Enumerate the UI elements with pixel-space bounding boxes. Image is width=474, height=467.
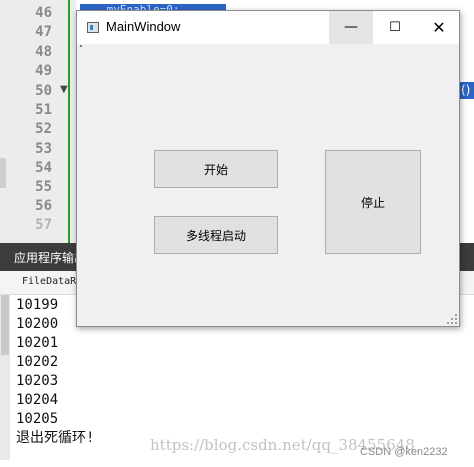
menu-indicator bbox=[80, 45, 82, 47]
line-number: 51 bbox=[35, 102, 52, 118]
multithread-start-button[interactable]: 多线程启动 bbox=[154, 216, 278, 254]
line-number: 55 bbox=[35, 179, 52, 195]
line-number: 47 bbox=[35, 24, 52, 40]
output-scrollbar[interactable] bbox=[0, 295, 10, 460]
line-number-gutter: 46 47 48 49 50 51 52 53 54 55 56 57 ▼ bbox=[0, 0, 76, 243]
line-number: 48 bbox=[35, 44, 52, 60]
output-line: 10199 bbox=[16, 297, 59, 313]
main-window: MainWindow — ☐ ✕ 开始 多线程启动 停止 bbox=[76, 10, 460, 327]
multithread-button-label: 多线程启动 bbox=[185, 228, 246, 243]
stop-button[interactable]: 停止 bbox=[325, 150, 421, 254]
line-number: 53 bbox=[35, 141, 52, 157]
minimize-button[interactable]: — bbox=[329, 11, 373, 44]
line-number: 46 bbox=[35, 5, 52, 21]
code-selection-right: () bbox=[458, 82, 474, 99]
output-line: 10205 bbox=[16, 411, 59, 427]
maximize-icon: ☐ bbox=[389, 20, 401, 35]
menu-bar bbox=[77, 44, 459, 52]
app-window-icon bbox=[87, 22, 99, 33]
output-line: 10200 bbox=[16, 316, 59, 332]
modified-lines-bar bbox=[68, 0, 70, 243]
line-number: 49 bbox=[35, 63, 52, 79]
line-number: 50 bbox=[35, 83, 52, 99]
line-number: 54 bbox=[35, 160, 52, 176]
output-line: 退出死循环! bbox=[16, 430, 95, 446]
output-line: 10202 bbox=[16, 354, 59, 370]
watermark-csdn: CSDN @ken2232 bbox=[360, 446, 448, 458]
line-number: 52 bbox=[35, 121, 52, 137]
output-tab[interactable]: FileDataRe bbox=[22, 276, 82, 287]
output-line: 10203 bbox=[16, 373, 59, 389]
start-button-label: 开始 bbox=[203, 162, 228, 177]
close-icon: ✕ bbox=[432, 18, 446, 37]
minimize-icon: — bbox=[344, 19, 358, 35]
line-number: 56 bbox=[35, 198, 52, 214]
size-grip-icon[interactable] bbox=[447, 314, 457, 324]
window-title: MainWindow bbox=[106, 19, 181, 34]
fold-arrow-icon[interactable]: ▼ bbox=[60, 84, 68, 95]
title-bar[interactable]: MainWindow — ☐ ✕ bbox=[77, 11, 459, 44]
stop-button-label: 停止 bbox=[360, 195, 385, 210]
scroll-thumb[interactable] bbox=[1, 295, 9, 355]
output-line: 10201 bbox=[16, 335, 59, 351]
start-button[interactable]: 开始 bbox=[154, 150, 278, 188]
line-number: 57 bbox=[35, 217, 52, 233]
close-button[interactable]: ✕ bbox=[417, 11, 461, 44]
output-line: 10204 bbox=[16, 392, 59, 408]
maximize-button[interactable]: ☐ bbox=[373, 11, 417, 44]
left-margin-marker bbox=[0, 158, 6, 188]
